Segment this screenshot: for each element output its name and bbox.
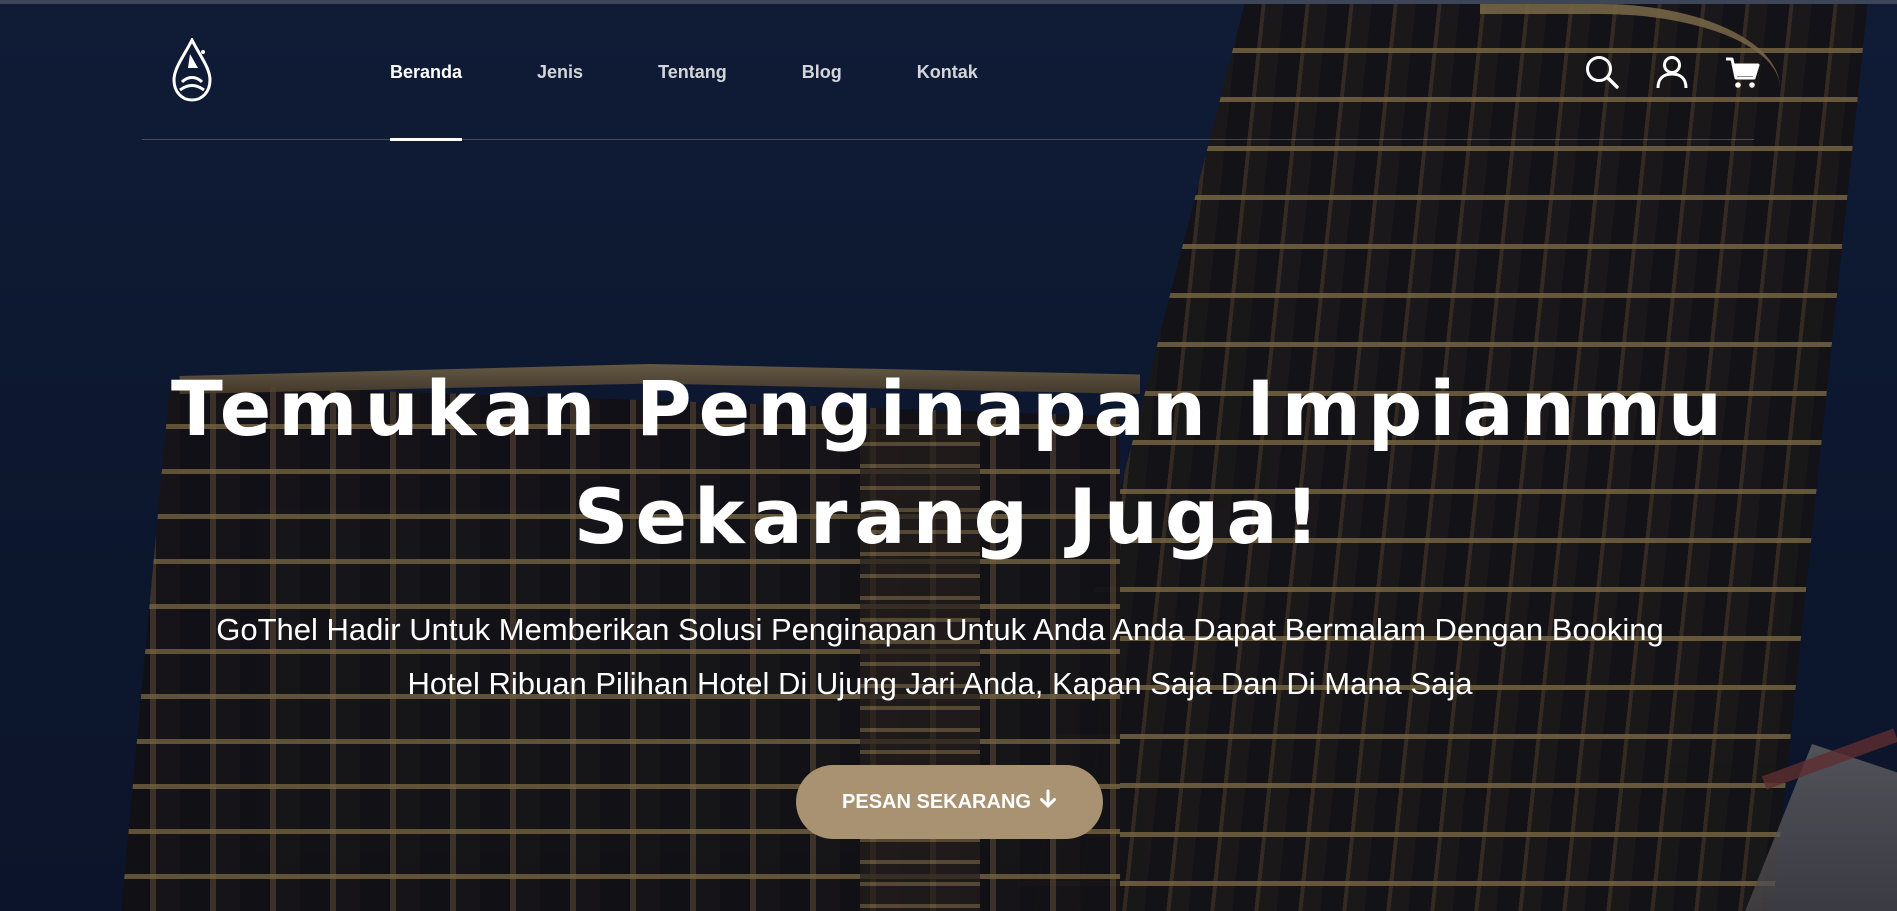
main-navbar: Beranda Jenis Tentang Blog Kontak — [142, 4, 1760, 141]
nav-item-tentang[interactable]: Tentang — [658, 4, 727, 140]
book-now-label: PESAN SEKARANG — [842, 790, 1031, 813]
search-icon[interactable] — [1584, 54, 1620, 90]
arrow-down-icon — [1039, 789, 1057, 815]
gothel-logo-icon[interactable] — [168, 36, 216, 104]
book-now-button[interactable]: PESAN SEKARANG — [796, 765, 1103, 839]
main-menu: Beranda Jenis Tentang Blog Kontak — [390, 4, 1053, 141]
user-icon[interactable] — [1654, 54, 1690, 90]
hero-headline: Temukan Penginapan Impianmu Sekarang Jug… — [150, 355, 1750, 571]
nav-item-kontak[interactable]: Kontak — [917, 4, 978, 140]
hero-headline-line1: Temukan Penginapan Impianmu — [170, 364, 1730, 453]
cart-icon[interactable] — [1724, 54, 1760, 90]
hero-description: GoThel Hadir Untuk Memberikan Solusi Pen… — [170, 603, 1710, 711]
nav-item-beranda[interactable]: Beranda — [390, 4, 463, 141]
nav-item-jenis[interactable]: Jenis — [537, 4, 583, 140]
nav-item-blog[interactable]: Blog — [802, 4, 842, 140]
hero-description-line2: Hotel Ribuan Pilihan Hotel Di Ujung Jari… — [407, 666, 1473, 701]
hero-description-line1: GoThel Hadir Untuk Memberikan Solusi Pen… — [216, 612, 1664, 647]
hero-headline-line2: Sekarang Juga! — [573, 472, 1327, 561]
